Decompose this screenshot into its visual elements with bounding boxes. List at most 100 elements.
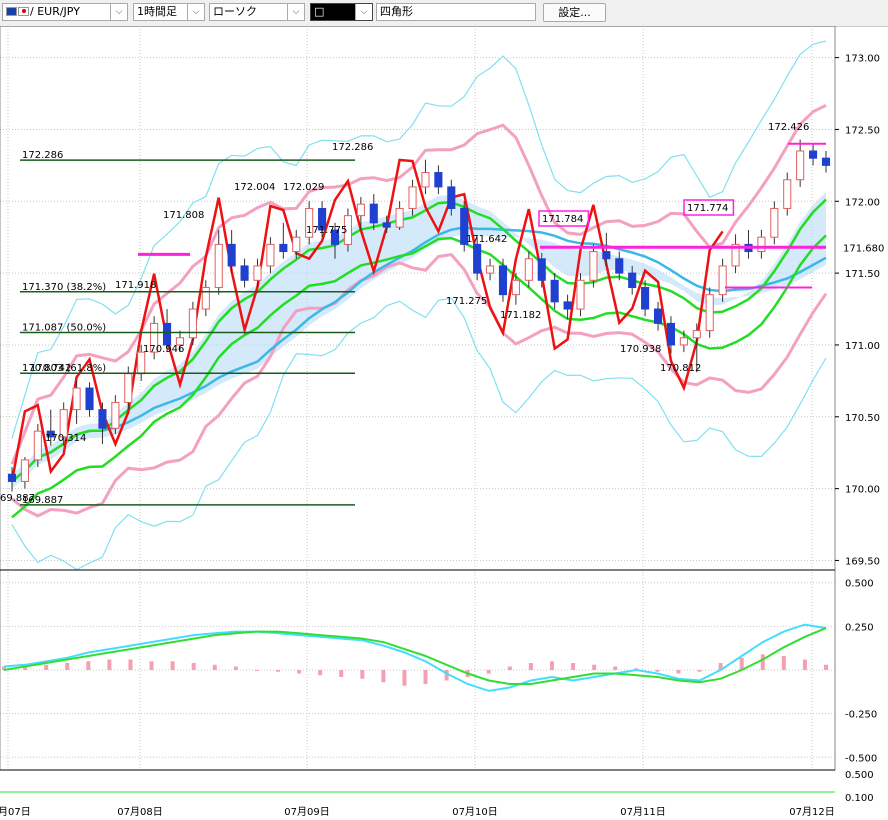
candle-body [137, 351, 146, 375]
price-label: 172.029 [283, 182, 324, 193]
candle-body [821, 157, 831, 166]
candle-body [498, 265, 508, 296]
candle-body [705, 294, 714, 332]
bottom-panel-y-label: 0.500 [845, 770, 874, 781]
current-price-label: 171.680 [843, 243, 884, 254]
price-label: 172.004 [234, 182, 275, 193]
chevron-down-icon[interactable]: ⌵ [355, 4, 372, 20]
drawing-tool-select[interactable]: □ ⌵ [310, 3, 373, 21]
macd-histogram-bar [697, 670, 702, 672]
candle-body [615, 258, 624, 274]
macd-histogram-bar [423, 670, 428, 684]
macd-histogram-bar [107, 659, 112, 670]
candle-body [279, 243, 288, 253]
macd-histogram-bar [297, 670, 302, 674]
long-moving-average [11, 226, 827, 483]
candle-body [124, 373, 133, 403]
candle-body [602, 251, 611, 260]
candle-body [589, 251, 598, 281]
candle-body [253, 265, 262, 281]
candle-body [783, 179, 792, 209]
bottom-panel-y-label: 0.100 [845, 793, 874, 804]
x-tick-label: 07月09日 [284, 806, 329, 818]
macd-histogram-bar [86, 661, 91, 670]
macd-histogram-bar [128, 659, 133, 670]
macd-histogram-bar [149, 661, 154, 670]
y-tick-label: 171.50 [845, 269, 880, 280]
symbol-select[interactable]: / EUR/JPY ⌵ [2, 3, 128, 21]
macd-histogram-bar [571, 663, 576, 670]
y-tick-label: 170.00 [845, 485, 880, 496]
price-label: 170.314 [45, 433, 86, 444]
macd-histogram-bar [191, 663, 196, 670]
candle-body [382, 222, 391, 228]
price-label: 171.808 [163, 210, 204, 221]
candle-body [33, 430, 42, 461]
chart-type-label: ローソク [213, 5, 257, 18]
candle-body [240, 265, 249, 281]
candle-body [511, 279, 520, 296]
candle-body [653, 308, 663, 324]
candle-body [20, 459, 29, 482]
fibonacci-level-label: 172.286 [22, 150, 63, 161]
shape-name-field[interactable]: 四角形 [376, 3, 536, 21]
macd-histogram-bar [676, 670, 681, 674]
candle-body [369, 203, 378, 224]
candle-body [628, 272, 637, 288]
macd-histogram-bar [360, 670, 365, 679]
macd-histogram-bar [528, 663, 533, 670]
macd-histogram-bar [739, 657, 744, 670]
price-label: 171.642 [466, 234, 507, 245]
chart-toolbar: / EUR/JPY ⌵ 1時間足 ⌵ ローソク ⌵ □ ⌵ 四角形 設定... [0, 0, 888, 27]
eu-flag-icon [6, 7, 17, 16]
macd-histogram-bar [655, 670, 660, 672]
candle-body [718, 265, 727, 296]
macd-histogram-bar [254, 670, 259, 671]
price-label: 69.887 [0, 493, 35, 504]
macd-histogram-bar [507, 666, 512, 670]
timeframe-select[interactable]: 1時間足 ⌵ [133, 3, 205, 21]
price-label: 172.426 [768, 122, 809, 133]
price-label: 171.182 [500, 310, 541, 321]
chevron-down-icon[interactable]: ⌵ [287, 4, 304, 20]
price-label: 171.275 [446, 296, 487, 307]
candle-body [550, 279, 559, 303]
candle-body [692, 330, 701, 339]
x-tick-label: 07月12日 [789, 806, 834, 818]
candle-body [524, 258, 533, 281]
macd-y-tick-label: 0.250 [845, 622, 874, 633]
candle-body [227, 243, 236, 267]
macd-histogram-bar [592, 664, 597, 670]
macd-histogram-bar [550, 661, 554, 670]
chevron-down-icon[interactable]: ⌵ [187, 4, 204, 20]
candle-body [447, 186, 456, 209]
candle-body [201, 286, 210, 310]
candle-body [72, 387, 81, 411]
fibonacci-level-label: 171.087 (50.0%) [22, 322, 106, 333]
chart-type-select[interactable]: ローソク ⌵ [209, 3, 305, 21]
macd-histogram-bar [613, 666, 618, 670]
macd-histogram-bar [276, 670, 280, 672]
candle-body [111, 401, 120, 429]
price-label: 170.938 [620, 344, 661, 355]
price-label: 171.784 [542, 214, 583, 225]
symbol-label: / EUR/JPY [30, 5, 80, 18]
candle-body [162, 322, 172, 346]
candle-body [486, 265, 495, 274]
price-label: 170.812 [660, 363, 701, 374]
y-tick-label: 169.50 [845, 556, 880, 567]
chart-area: 172.286 171.370 (38.2%) 171.087 (50.0%) 170… [0, 26, 884, 818]
settings-button[interactable]: 設定... [543, 3, 606, 22]
candle-body [395, 207, 404, 228]
macd-histogram-bar [486, 670, 491, 674]
y-tick-label: 172.00 [845, 197, 880, 208]
macd-histogram-bar [402, 670, 407, 686]
price-label: 172.286 [332, 142, 373, 153]
price-label: 170.946 [143, 344, 184, 355]
candle-body [537, 258, 546, 281]
macd-histogram-bar [781, 656, 786, 670]
candle-body [356, 203, 365, 217]
candle-body [770, 207, 779, 238]
candle-body [421, 172, 430, 188]
chevron-down-icon[interactable]: ⌵ [110, 4, 127, 20]
